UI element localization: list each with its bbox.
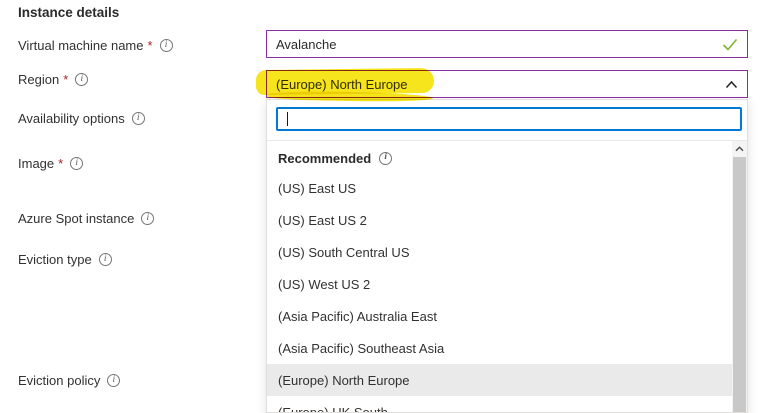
scroll-up-icon[interactable]: [732, 141, 747, 157]
region-option-west-us-2[interactable]: (US) West US 2: [267, 268, 732, 300]
label-text: Eviction type: [18, 252, 92, 267]
text-caret: [287, 112, 288, 126]
label-text: Region: [18, 72, 59, 87]
region-selected-value: (Europe) North Europe: [276, 77, 719, 92]
region-dropdown-panel: Recommended i (US) East US (US) East US …: [266, 99, 748, 413]
label-eviction-policy: Eviction policy i: [18, 372, 120, 389]
info-icon[interactable]: i: [132, 112, 145, 125]
region-option-australia-east[interactable]: (Asia Pacific) Australia East: [267, 300, 732, 332]
info-icon[interactable]: i: [379, 152, 392, 165]
region-combobox[interactable]: (Europe) North Europe: [266, 70, 748, 98]
region-option-southeast-asia[interactable]: (Asia Pacific) Southeast Asia: [267, 332, 732, 364]
region-option-list: Recommended i (US) East US (US) East US …: [267, 141, 747, 412]
label-eviction-type: Eviction type i: [18, 251, 112, 268]
label-image: Image * i: [18, 155, 83, 172]
scrollbar-thumb[interactable]: [733, 157, 746, 412]
label-text: Availability options: [18, 111, 125, 126]
chevron-up-icon[interactable]: [725, 80, 738, 89]
virtual-machine-name-field: [266, 30, 748, 58]
virtual-machine-name-input[interactable]: [276, 37, 716, 52]
label-azure-spot-instance: Azure Spot instance i: [18, 210, 154, 227]
region-option-east-us-2[interactable]: (US) East US 2: [267, 204, 732, 236]
valid-check-icon: [722, 38, 738, 51]
required-asterisk: *: [148, 38, 153, 53]
region-search-box: [276, 107, 742, 131]
label-virtual-machine-name: Virtual machine name * i: [18, 37, 173, 54]
label-text: Virtual machine name: [18, 38, 144, 53]
label-text: Image: [18, 156, 54, 171]
region-search-input[interactable]: [278, 109, 740, 129]
group-header-recommended: Recommended i: [267, 143, 732, 173]
region-option-north-europe[interactable]: (Europe) North Europe: [267, 364, 732, 396]
label-text: Eviction policy: [18, 373, 100, 388]
info-icon[interactable]: i: [75, 73, 88, 86]
label-availability-options: Availability options i: [18, 110, 145, 127]
region-option-uk-south[interactable]: (Europe) UK South: [267, 396, 732, 412]
info-icon[interactable]: i: [99, 253, 112, 266]
section-heading: Instance details: [18, 5, 119, 20]
info-icon[interactable]: i: [70, 157, 83, 170]
required-asterisk: *: [63, 72, 68, 87]
info-icon[interactable]: i: [141, 212, 154, 225]
region-option-south-central-us[interactable]: (US) South Central US: [267, 236, 732, 268]
region-option-east-us[interactable]: (US) East US: [267, 172, 732, 204]
required-asterisk: *: [58, 156, 63, 171]
group-header-text: Recommended: [278, 151, 371, 166]
info-icon[interactable]: i: [107, 374, 120, 387]
label-text: Azure Spot instance: [18, 211, 134, 226]
label-region: Region * i: [18, 71, 88, 88]
info-icon[interactable]: i: [160, 39, 173, 52]
dropdown-scrollbar[interactable]: [732, 141, 747, 412]
